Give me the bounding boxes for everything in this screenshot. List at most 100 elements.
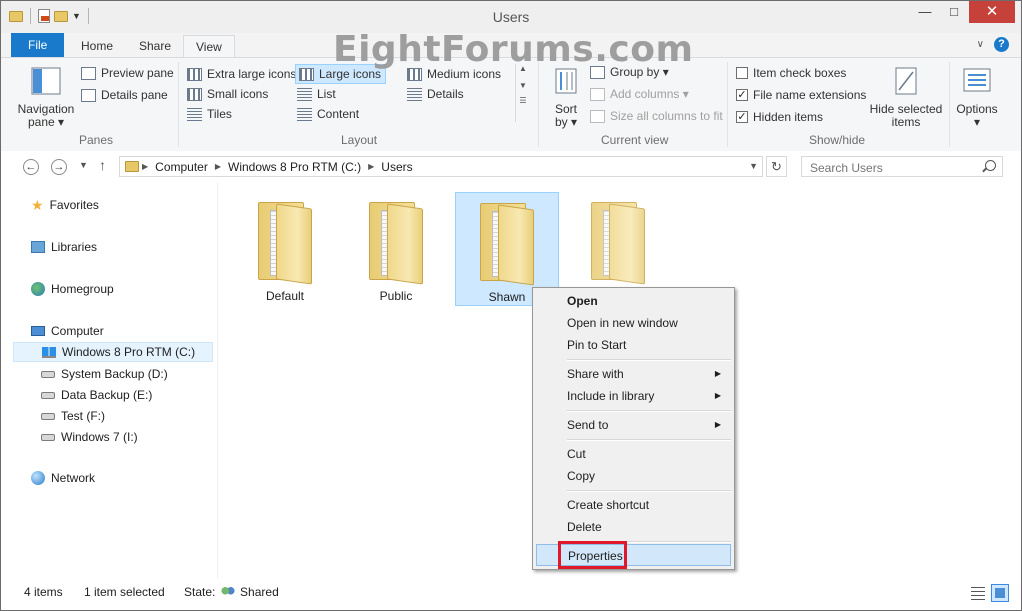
nav-drive-f[interactable]: Test (F:)	[41, 406, 105, 426]
nav-label: Homegroup	[51, 282, 114, 296]
search-icon[interactable]	[985, 160, 996, 171]
extra-large-icons-icon	[187, 67, 202, 81]
options-button[interactable]: Options ▾	[953, 66, 1001, 129]
tab-view[interactable]: View	[183, 35, 235, 58]
tab-home[interactable]: Home	[69, 35, 125, 57]
layout-item-label: Small icons	[207, 87, 269, 101]
ribbon-controls: ∨ ?	[977, 37, 1009, 52]
address-bar[interactable]: ▶ Computer ▶ Windows 8 Pro RTM (C:) ▶ Us…	[119, 156, 763, 177]
layout-small-icons[interactable]: Small icons	[187, 85, 268, 103]
sort-by-button[interactable]: Sort by ▾	[546, 66, 586, 129]
large-icons-icon	[299, 67, 314, 81]
nav-drive-e[interactable]: Data Backup (E:)	[41, 385, 152, 405]
search-input[interactable]	[808, 158, 982, 177]
checkbox-checked-icon[interactable]: ✓	[736, 111, 748, 123]
nav-homegroup[interactable]: Homegroup	[31, 279, 114, 299]
options-label-2: ▾	[973, 115, 981, 129]
nav-drive-i[interactable]: Windows 7 (I:)	[41, 427, 138, 447]
maximize-button[interactable]: □	[940, 1, 968, 23]
menu-open[interactable]: Open	[536, 290, 731, 312]
forward-button[interactable]: →	[51, 159, 67, 175]
list-icon	[297, 87, 312, 101]
menu-create-shortcut[interactable]: Create shortcut	[536, 494, 731, 516]
menu-send-to[interactable]: Send to ▶	[536, 414, 731, 436]
drive-icon	[41, 433, 55, 441]
checkbox-icon[interactable]	[736, 67, 748, 79]
refresh-button[interactable]: ↻	[766, 156, 787, 177]
menu-pin-to-start[interactable]: Pin to Start	[536, 334, 731, 356]
breadcrumb-drive[interactable]: Windows 8 Pro RTM (C:)	[224, 160, 365, 174]
nav-libraries[interactable]: Libraries	[31, 237, 97, 257]
menu-include-in-library[interactable]: Include in library ▶	[536, 385, 731, 407]
breadcrumb-computer[interactable]: Computer	[151, 160, 212, 174]
group-separator	[949, 62, 950, 147]
menu-share-with[interactable]: Share with ▶	[536, 363, 731, 385]
nav-favorites[interactable]: ★ Favorites	[31, 195, 99, 215]
nav-label: Test (F:)	[61, 409, 105, 423]
nav-label: Computer	[51, 324, 104, 338]
hidden-items-toggle[interactable]: ✓ Hidden items	[736, 108, 823, 126]
checkbox-checked-icon[interactable]: ✓	[736, 89, 748, 101]
folder-item-default[interactable]: Default	[233, 192, 337, 306]
details-view-toggle[interactable]	[969, 584, 987, 602]
layout-tiles[interactable]: Tiles	[187, 105, 232, 123]
nav-label: Libraries	[51, 240, 98, 254]
folder-name: Default	[265, 289, 305, 303]
layout-content[interactable]: Content	[297, 105, 359, 123]
address-dropdown-icon[interactable]: ▼	[749, 161, 758, 171]
gallery-expand-icon[interactable]: ☰	[516, 96, 530, 105]
search-box[interactable]	[801, 156, 1003, 177]
hide-selected-label-2: items	[891, 115, 921, 129]
nav-computer[interactable]: Computer	[31, 321, 104, 341]
back-button[interactable]: ←	[23, 159, 39, 175]
breadcrumb-separator-icon[interactable]: ▶	[365, 162, 377, 171]
item-check-boxes-label: Item check boxes	[753, 66, 847, 80]
menu-copy[interactable]: Copy	[536, 465, 731, 487]
size-columns-button[interactable]: Size all columns to fit	[590, 107, 723, 125]
close-button[interactable]: ✕	[969, 1, 1015, 23]
folder-name: Public	[379, 289, 413, 303]
scroll-down-icon[interactable]: ▼	[516, 81, 530, 90]
layout-list[interactable]: List	[297, 85, 336, 103]
layout-details[interactable]: Details	[407, 85, 464, 103]
large-icons-view-toggle[interactable]	[991, 584, 1009, 602]
recent-locations-dropdown-icon[interactable]: ▼	[79, 160, 88, 170]
details-pane-button[interactable]: Details pane	[81, 86, 168, 104]
breadcrumb-separator-icon[interactable]: ▶	[212, 162, 224, 171]
folder-item-public[interactable]: Public	[344, 192, 448, 306]
nav-label: Data Backup (E:)	[61, 388, 153, 402]
layout-gallery-scroll[interactable]: ▲ ▼ ☰	[515, 64, 530, 122]
menu-cut[interactable]: Cut	[536, 443, 731, 465]
selection-count: 1 item selected	[84, 585, 165, 599]
breadcrumb-users[interactable]: Users	[377, 160, 416, 174]
menu-delete[interactable]: Delete	[536, 516, 731, 538]
nav-network[interactable]: Network	[31, 468, 95, 488]
menu-label: Share with	[567, 367, 624, 381]
minimize-button[interactable]: —	[911, 1, 939, 23]
nav-drive-d[interactable]: System Backup (D:)	[41, 364, 168, 384]
help-icon[interactable]: ?	[994, 37, 1009, 52]
nav-label: Favorites	[49, 198, 99, 212]
options-icon	[963, 68, 991, 92]
preview-pane-button[interactable]: Preview pane	[81, 64, 174, 82]
layout-extra-large-icons[interactable]: Extra large icons	[187, 65, 296, 83]
sort-label-2: by ▾	[554, 115, 578, 129]
folder-icon	[125, 161, 139, 172]
tab-file[interactable]: File	[11, 33, 65, 57]
file-name-extensions-toggle[interactable]: ✓ File name extensions	[736, 86, 866, 104]
folder-icon	[587, 196, 649, 285]
add-columns-button[interactable]: Add columns ▾	[590, 85, 689, 103]
hide-selected-items-button[interactable]: Hide selected items	[869, 66, 943, 129]
window-title: Users	[492, 9, 530, 25]
breadcrumb-separator-icon[interactable]: ▶	[139, 162, 151, 171]
group-separator	[727, 62, 728, 147]
nav-drive-c[interactable]: Windows 8 Pro RTM (C:)	[13, 342, 213, 362]
navigation-pane-button[interactable]: Navigation pane ▾	[15, 66, 77, 129]
up-arrow-icon[interactable]: ↑	[99, 157, 106, 173]
chevron-down-icon[interactable]: ∨	[977, 39, 984, 50]
hidden-items-label: Hidden items	[753, 110, 824, 124]
menu-label: Include in library	[567, 389, 655, 403]
tab-share[interactable]: Share	[127, 35, 183, 57]
menu-open-new-window[interactable]: Open in new window	[536, 312, 731, 334]
item-check-boxes-toggle[interactable]: Item check boxes	[736, 64, 846, 82]
